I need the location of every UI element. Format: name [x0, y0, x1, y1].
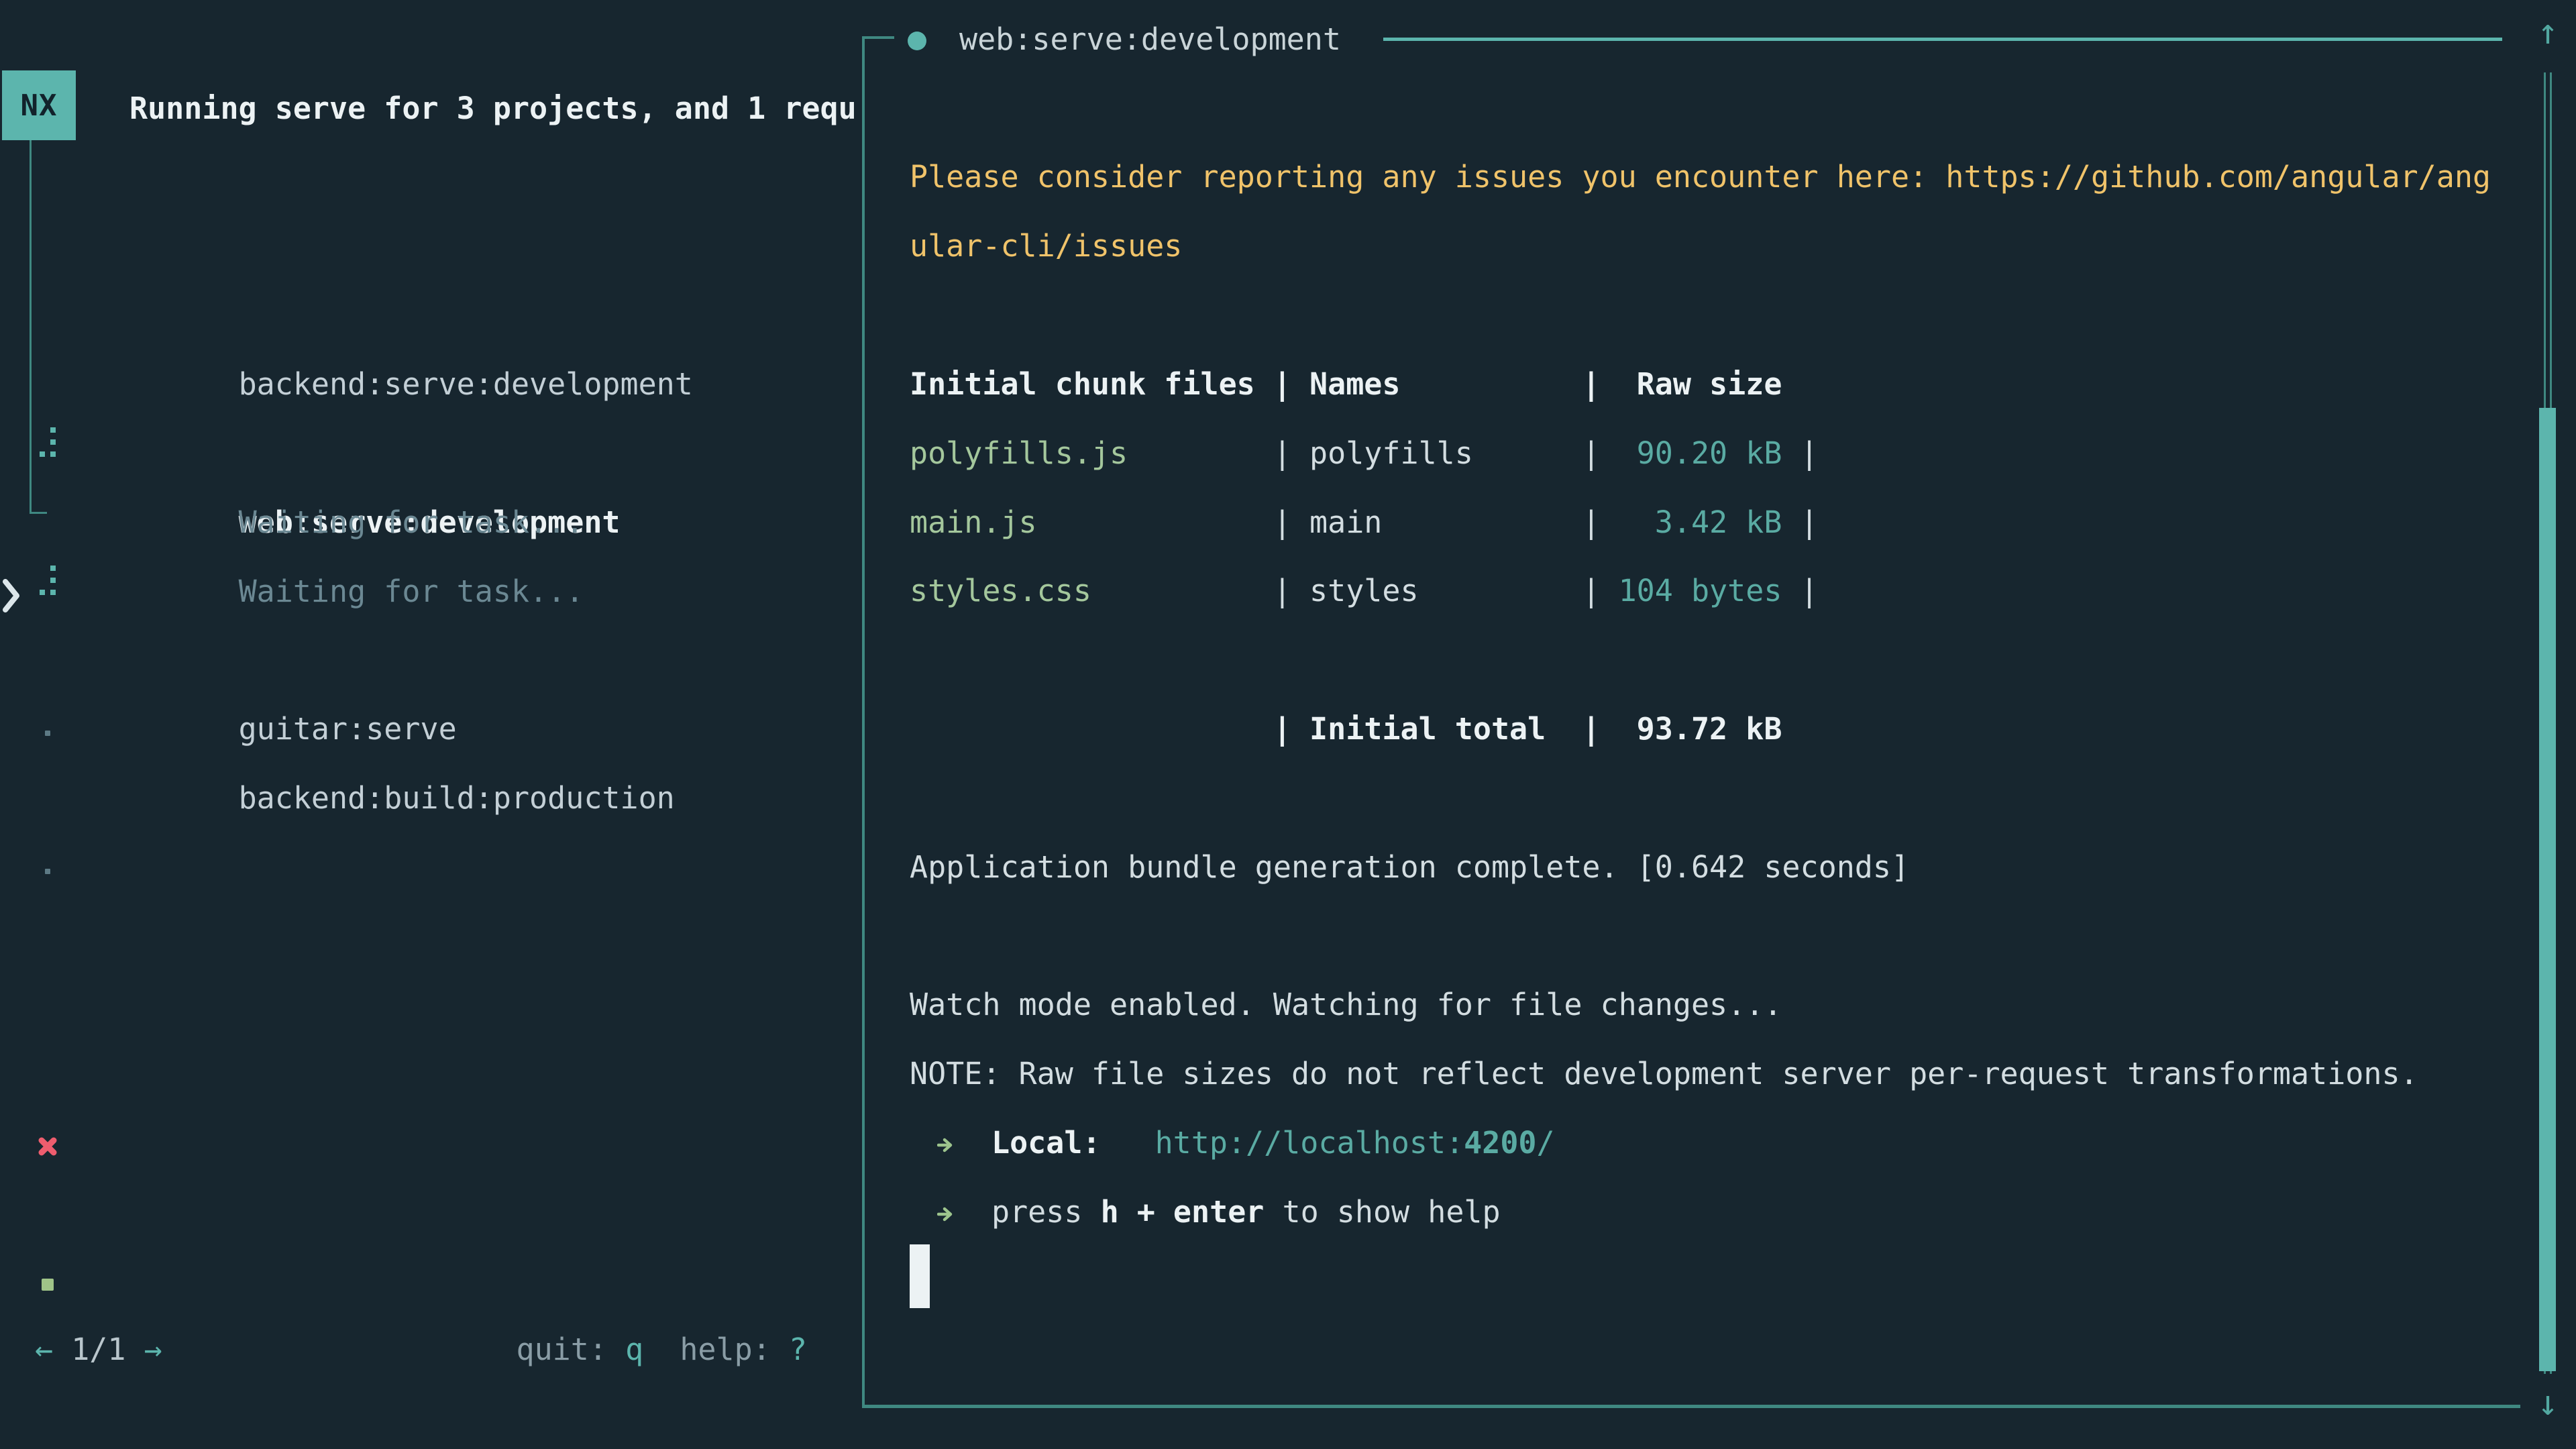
page-indicator: 1/1 [71, 1332, 125, 1367]
chunk-table-row-styles: styles.css|styles|104 bytes| [910, 556, 1819, 625]
task-label: guitar:serve [239, 711, 457, 747]
help-hint-line: press h + enter to show help [910, 1177, 1501, 1246]
status-dot-icon [908, 32, 926, 50]
chunk-file: main.js [910, 488, 1273, 557]
task-label: backend:build:production [239, 780, 675, 816]
right-arrow-icon[interactable]: → [144, 1332, 162, 1367]
help-hint-suffix: to show help [1264, 1194, 1500, 1230]
initial-total-size: 93.72 kB [1601, 694, 1782, 763]
help-key: ? [789, 1332, 807, 1367]
sidebar-item-waiting-task-2[interactable]: Waiting for task... [0, 419, 862, 488]
raw-size-note: NOTE: Raw file sizes do not reflect deve… [910, 1039, 2418, 1108]
keyboard-shortcuts: quit: q help: ? [517, 1315, 808, 1384]
down-arrow-icon[interactable]: ↓ [2529, 1383, 2567, 1424]
chunk-table-row-main: main.js|main|3.42 kB| [910, 488, 1819, 557]
success-icon [42, 1279, 54, 1291]
chunk-table-header: Initial chunk files|Names|Raw size [910, 350, 1782, 419]
left-arrow-icon[interactable]: ← [35, 1332, 53, 1367]
initial-total-label: Initial total [1291, 694, 1582, 763]
nx-logo: NX [2, 70, 76, 140]
prompt-arrow-icon [937, 1205, 955, 1223]
chunk-name: main [1291, 488, 1582, 557]
sidebar-header-title: Running serve for 3 projects, and 1 requ [129, 74, 862, 143]
sidebar-item-waiting-task-1[interactable]: Waiting for task... [0, 350, 862, 419]
local-label: Local: [991, 1125, 1101, 1161]
local-server-line: Local: http://localhost:4200/ [910, 1108, 1555, 1177]
issue-notice-line-1: Please consider reporting any issues you… [910, 142, 2491, 211]
task-label: Waiting for task... [239, 504, 584, 540]
chunk-size: 104 bytes [1601, 556, 1782, 625]
scrollbar-thumb[interactable] [2539, 408, 2556, 1371]
chunk-table-total-row: |Initial total|93.72 kB [910, 694, 1782, 763]
failed-icon [38, 1137, 57, 1156]
sidebar-item-guitar-serve[interactable]: guitar:serve [0, 556, 862, 625]
help-label: help: [643, 1332, 789, 1367]
waiting-dot-icon [45, 869, 50, 874]
panel-border-bottom [862, 1405, 2520, 1408]
bundle-complete-message: Application bundle generation complete. … [910, 833, 1909, 902]
quit-key: q [625, 1332, 643, 1367]
up-arrow-icon[interactable]: ↑ [2529, 12, 2567, 52]
local-url[interactable]: http://localhost:4200/ [1155, 1125, 1555, 1161]
sidebar-item-web-serve-development[interactable]: web:serve:development [0, 280, 862, 350]
col-initial-chunk-files: Initial chunk files [910, 350, 1273, 419]
local-port: 4200 [1464, 1125, 1536, 1161]
quit-label: quit: [517, 1332, 626, 1367]
panel-title: web:serve:development [959, 5, 1341, 74]
task-group-tree-corner [30, 512, 47, 514]
pagination: ← 1/1 → [35, 1315, 162, 1384]
panel-border-top-stub [862, 36, 894, 39]
chunk-file: styles.css [910, 556, 1273, 625]
waiting-dot-icon [45, 731, 50, 736]
sidebar-item-backend-build-production[interactable]: backend:build:production [0, 625, 862, 694]
chunk-size: 90.20 kB [1601, 419, 1782, 488]
chunk-file: polyfills.js [910, 419, 1273, 488]
chunk-name: polyfills [1291, 419, 1582, 488]
help-hint-prefix: press [991, 1194, 1101, 1230]
panel-border-left [862, 36, 865, 1408]
chunk-table-row-polyfills: polyfills.js|polyfills|90.20 kB| [910, 419, 1819, 488]
task-sidebar: NX Running serve for 3 projects, and 1 r… [0, 0, 862, 1449]
issue-notice-line-2: ular-cli/issues [910, 211, 1182, 280]
col-raw-size: Raw size [1601, 350, 1782, 419]
nx-terminal-ui: NX Running serve for 3 projects, and 1 r… [0, 0, 2576, 1449]
help-hint-keys: h + enter [1101, 1194, 1265, 1230]
sidebar-item-backend-serve-development[interactable]: backend:serve:development [0, 211, 862, 280]
chunk-name: styles [1291, 556, 1582, 625]
col-names: Names [1291, 350, 1582, 419]
terminal-cursor [910, 1244, 930, 1308]
chunk-size: 3.42 kB [1601, 488, 1782, 557]
watch-mode-message: Watch mode enabled. Watching for file ch… [910, 970, 1782, 1039]
panel-title-rule [1383, 38, 2502, 41]
nx-logo-text: NX [21, 89, 58, 123]
prompt-arrow-icon [937, 1136, 955, 1154]
